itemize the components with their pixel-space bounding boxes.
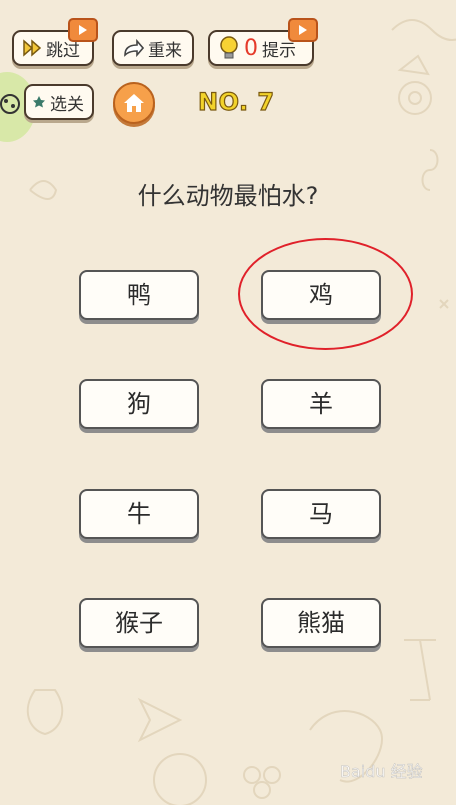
video-ad-icon: [288, 18, 318, 42]
redo-arrow-icon: [124, 38, 144, 58]
background-doodles: [26, 19, 456, 805]
fast-forward-icon: [23, 39, 42, 57]
level-select-button[interactable]: 选关: [24, 84, 94, 120]
level-number: NO. 7: [197, 87, 275, 116]
home-button[interactable]: [113, 82, 155, 124]
question-text: 什么动物最怕水?: [137, 182, 319, 210]
level-select-label: 选关: [50, 94, 84, 115]
answer-option[interactable]: 马: [261, 489, 381, 539]
restart-label: 重来: [148, 40, 182, 61]
star-icon: [33, 96, 45, 108]
answer-option[interactable]: 熊猫: [261, 598, 381, 648]
hint-button[interactable]: 0 提示: [208, 18, 318, 66]
answer-option[interactable]: 羊: [261, 379, 381, 429]
answer-option[interactable]: 狗: [79, 379, 199, 429]
highlight-circle: [238, 238, 413, 350]
answer-option[interactable]: 牛: [79, 489, 199, 539]
lightbulb-icon: [220, 36, 238, 59]
hint-count: 0: [244, 35, 258, 61]
skip-button[interactable]: 跳过: [12, 18, 98, 66]
restart-button[interactable]: 重来: [112, 30, 194, 66]
watermark: Baidu 经验: [340, 762, 423, 782]
home-icon: [124, 94, 144, 112]
answer-option[interactable]: 鸭: [79, 270, 199, 320]
video-ad-icon: [68, 18, 98, 42]
answer-option[interactable]: 猴子: [79, 598, 199, 648]
